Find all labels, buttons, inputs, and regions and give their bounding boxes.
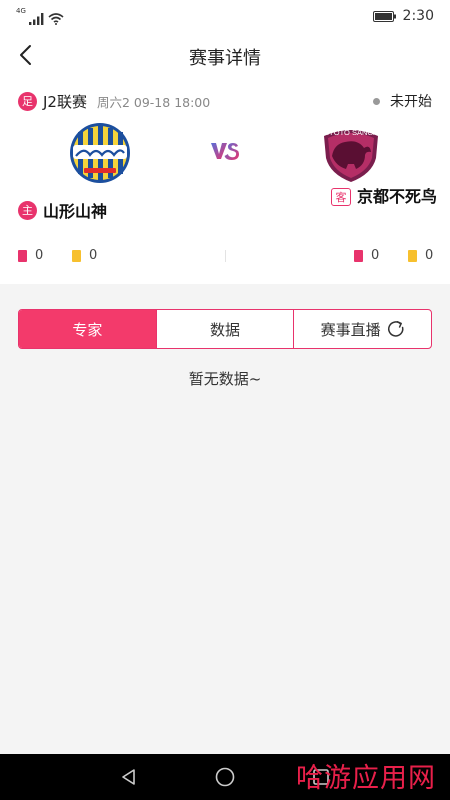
- red-card-icon: [18, 249, 27, 262]
- status-right: 2:30: [372, 8, 434, 24]
- home-red-cards: 0: [18, 248, 43, 263]
- league-name: J2联赛: [43, 92, 87, 111]
- away-team-logo: KYOTO SANGA: [324, 128, 378, 182]
- cards-divider: [225, 250, 226, 262]
- tab-label: 赛事直播: [320, 320, 381, 339]
- page-title: 赛事详情: [189, 48, 261, 69]
- away-team: 客 京都不死鸟: [331, 186, 437, 208]
- watermark: 哈游应用网: [296, 763, 436, 794]
- sport-badge: 足: [18, 91, 37, 111]
- refresh-icon: [387, 321, 404, 337]
- tab-label: 专家: [72, 320, 103, 339]
- home-team-name: 山形山神: [43, 202, 108, 221]
- league-row: 足 J2联赛 周六2 09-18 18:00 未开始: [18, 90, 432, 112]
- tab-live[interactable]: 赛事直播: [293, 310, 431, 348]
- tab-data[interactable]: 数据: [155, 310, 294, 348]
- nav-home-button[interactable]: [212, 764, 238, 790]
- home-team-logo: [70, 123, 130, 183]
- away-red-card-count: 0: [371, 248, 380, 263]
- status-bar: 4G 2:30: [0, 0, 450, 34]
- away-red-cards: 0: [354, 248, 379, 263]
- home-yellow-card-count: 0: [89, 248, 98, 263]
- tab-bar: 专家 数据 赛事直播: [18, 309, 432, 349]
- empty-state-message: 暂无数据~: [188, 370, 262, 388]
- clock: 2:30: [402, 8, 434, 24]
- nav-back-button[interactable]: [116, 764, 142, 790]
- away-yellow-cards: 0: [408, 248, 433, 263]
- away-team-name: 京都不死鸟: [357, 187, 438, 206]
- status-dot: [373, 97, 380, 105]
- triangle-back-icon: [122, 769, 135, 785]
- home-red-card-count: 0: [35, 248, 44, 263]
- vs-icon: [211, 143, 239, 160]
- home-yellow-cards: 0: [72, 248, 97, 263]
- away-tag: 客: [331, 188, 351, 206]
- home-team: 主 山形山神: [18, 198, 107, 222]
- yellow-card-icon: [408, 249, 417, 262]
- match-status: 未开始: [373, 91, 432, 111]
- red-card-icon: [354, 249, 363, 262]
- signal-icon: [28, 13, 44, 25]
- tab-label: 数据: [210, 320, 241, 339]
- status-text: 未开始: [390, 94, 432, 110]
- cards-row: 0 0 0 0: [0, 248, 450, 264]
- away-yellow-card-count: 0: [425, 248, 434, 263]
- circle-home-icon: [215, 767, 235, 787]
- signal-group: 4G: [16, 8, 64, 25]
- svg-text:KYOTO SANGA: KYOTO SANGA: [324, 128, 378, 137]
- home-tag: 主: [18, 200, 37, 220]
- network-type: 4G: [16, 7, 26, 15]
- tab-experts[interactable]: 专家: [19, 310, 156, 348]
- yellow-card-icon: [72, 249, 81, 262]
- match-time: 周六2 09-18 18:00: [96, 94, 211, 110]
- wifi-icon: [48, 13, 64, 25]
- match-card: 足 J2联赛 周六2 09-18 18:00 未开始 KYOTO SANGA 主…: [0, 76, 450, 284]
- system-nav-bar: 哈游应用网: [0, 754, 450, 800]
- battery-icon: [372, 10, 396, 22]
- nav-bar: 赛事详情: [0, 34, 450, 76]
